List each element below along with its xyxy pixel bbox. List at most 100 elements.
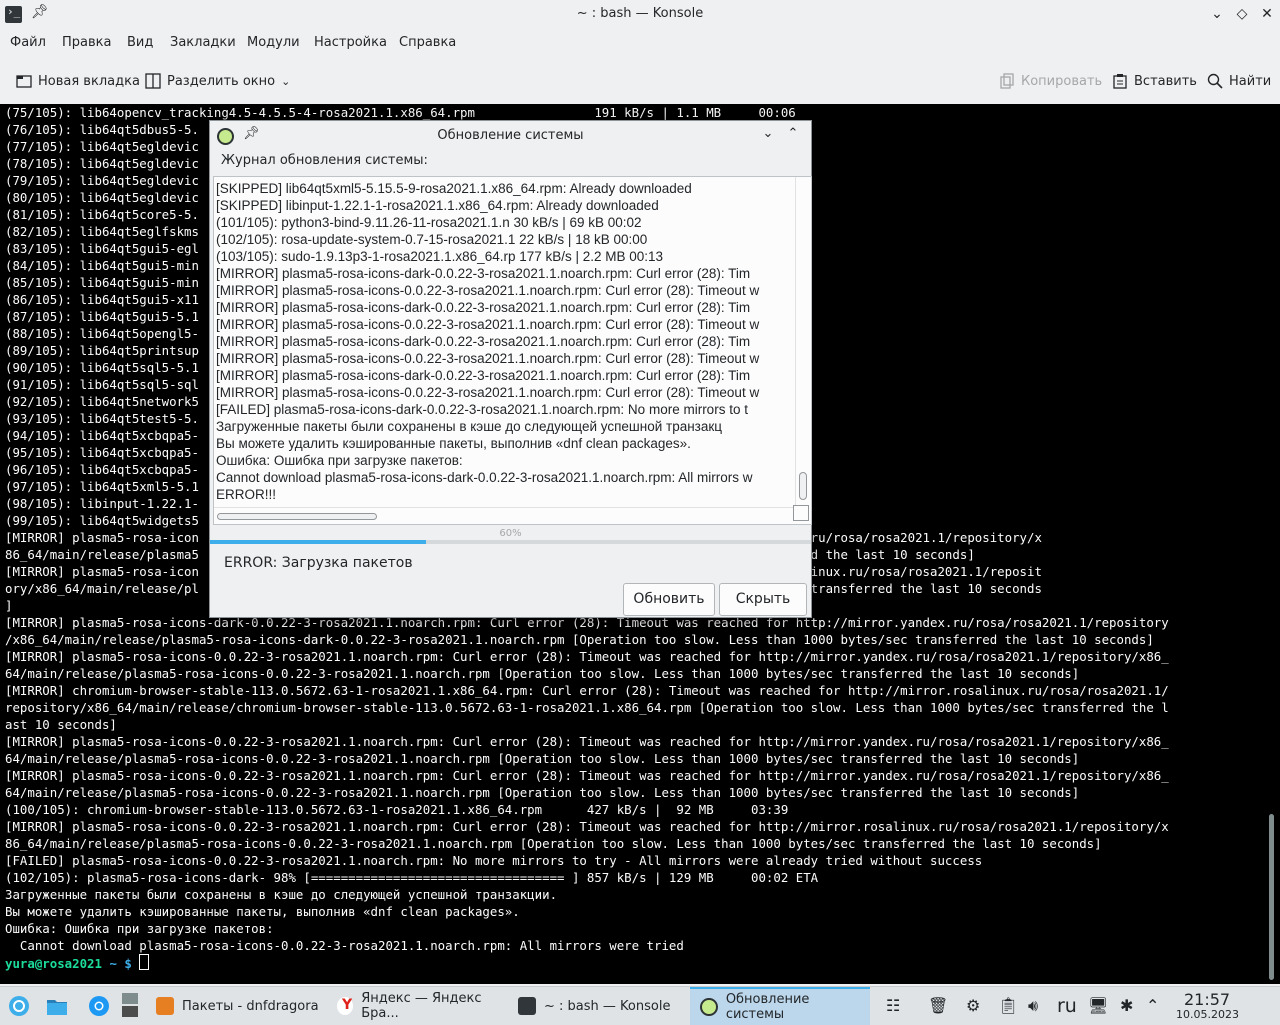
new-tab-icon xyxy=(16,73,32,89)
task-yandex-browser[interactable]: Y Яндекс — Яндекс Бра... xyxy=(327,987,507,1025)
close-icon[interactable]: ✕ xyxy=(1256,4,1278,24)
hide-button[interactable]: Скрыть xyxy=(719,583,807,616)
terminal-line: (75/105): lib64opencv_tracking4.5-4.5.5-… xyxy=(5,105,796,120)
chevron-down-icon[interactable]: ⌄ xyxy=(281,75,290,88)
terminal-cursor xyxy=(139,954,150,970)
log-line: [MIRROR] plasma5-rosa-icons-dark-0.0.22-… xyxy=(216,334,751,349)
task-system-update[interactable]: Обновление системы xyxy=(690,987,870,1025)
terminal-line: (100/105): chromium-browser-stable-113.0… xyxy=(5,802,789,817)
menu-bar: Файл Правка Вид Закладки Модули Настройк… xyxy=(0,29,1280,58)
terminal-line: [MIRROR] chromium-browser-stable-113.0.5… xyxy=(5,683,1169,698)
paste-button[interactable]: Вставить xyxy=(1112,70,1197,92)
menu-plugins[interactable]: Модули xyxy=(247,35,300,50)
keyboard-layout[interactable]: ru xyxy=(1057,995,1077,1017)
dialog-minimize-icon[interactable]: ⌄ xyxy=(759,126,777,141)
progress-fill xyxy=(210,540,427,544)
terminal-line: Загруженные пакеты были сохранены в кэше… xyxy=(5,887,558,902)
update-button[interactable]: Обновить xyxy=(623,583,715,616)
app-menu-icon[interactable] xyxy=(8,995,30,1017)
mixer-icon[interactable]: ☷ xyxy=(886,996,900,1015)
minimize-icon[interactable]: ⌄ xyxy=(1206,4,1228,24)
terminal-line: repository/x86_64/main/release/chromium-… xyxy=(5,700,1169,715)
log-line: (103/105): sudo-1.9.13p3-1-rosa2021.1.x8… xyxy=(216,249,664,264)
browser-icon[interactable] xyxy=(88,995,110,1017)
task-label: ~ : bash — Konsole xyxy=(544,998,671,1014)
file-manager-icon[interactable] xyxy=(46,995,68,1017)
log-resize-corner xyxy=(793,505,809,521)
updates-icon[interactable]: ⚙ xyxy=(966,996,980,1015)
task-label: Обновление системы xyxy=(725,992,810,1022)
window-titlebar[interactable]: 📌︎ ~ : bash — Konsole ⌄ ◇ ✕ xyxy=(0,0,1280,29)
maximize-icon[interactable]: ◇ xyxy=(1231,4,1253,24)
clock-date: 10.05.2023 xyxy=(1176,1008,1239,1021)
menu-help[interactable]: Справка xyxy=(399,35,456,50)
terminal-line: [FAILED] plasma5-rosa-icons-0.0.22-3-ros… xyxy=(5,853,983,868)
bluetooth-icon[interactable]: ✱ xyxy=(1120,996,1133,1015)
new-tab-label: Новая вкладка xyxy=(38,73,140,89)
terminal-line: [MIRROR] plasma5-rosa-icons-0.0.22-3-ros… xyxy=(5,768,1169,783)
dialog-maximize-icon[interactable]: ⌃ xyxy=(784,126,802,141)
log-line: [MIRROR] plasma5-rosa-icons-0.0.22-3-ros… xyxy=(216,317,760,332)
copy-button[interactable]: Копировать xyxy=(999,70,1102,92)
dialog-titlebar[interactable]: 📌︎ Обновление системы ⌄ ⌃ xyxy=(210,121,811,149)
log-horizontal-scrollbar[interactable] xyxy=(214,507,795,524)
konsole-icon xyxy=(518,997,536,1015)
new-tab-button[interactable]: Новая вкладка xyxy=(16,70,140,92)
log-line: [MIRROR] plasma5-rosa-icons-0.0.22-3-ros… xyxy=(216,283,760,298)
log-line: [MIRROR] plasma5-rosa-icons-dark-0.0.22-… xyxy=(216,266,751,281)
prompt-user: yura@rosa2021 xyxy=(5,956,102,971)
terminal-prompt-line[interactable]: yura@rosa2021 ~ $ xyxy=(0,954,1266,972)
log-horizontal-scrollbar-thumb[interactable] xyxy=(217,513,377,520)
split-view-label: Разделить окно xyxy=(167,73,276,89)
clock-time[interactable]: 21:57 xyxy=(1184,990,1230,1009)
terminal-line: [MIRROR] plasma5-rosa-icons-0.0.22-3-ros… xyxy=(5,649,1169,664)
terminal-line: [MIRROR] plasma5-rosa-icons-0.0.22-3-ros… xyxy=(5,734,1169,749)
menu-file[interactable]: Файл xyxy=(10,35,46,50)
split-view-button[interactable]: Разделить окно ⌄ xyxy=(145,70,290,92)
yandex-browser-icon: Y xyxy=(337,997,354,1015)
paste-icon xyxy=(1112,73,1128,89)
log-line: [MIRROR] plasma5-rosa-icons-dark-0.0.22-… xyxy=(216,300,751,315)
show-desktop-icon[interactable] xyxy=(120,991,142,1017)
log-line: Вы можете удалить кэшированные пакеты, в… xyxy=(216,436,691,451)
trash-icon[interactable]: 🗑︎ xyxy=(928,996,948,1015)
paste-label: Вставить xyxy=(1134,73,1197,89)
menu-edit[interactable]: Правка xyxy=(62,35,111,50)
terminal-scrollbar-thumb[interactable] xyxy=(1269,814,1274,980)
dnfdragora-icon xyxy=(156,997,174,1015)
update-dialog: 📌︎ Обновление системы ⌄ ⌃ Журнал обновле… xyxy=(209,120,812,618)
update-log-lines: [SKIPPED] lib64qt5xml5-5.15.5-9-rosa2021… xyxy=(216,180,791,503)
find-label: Найти xyxy=(1229,73,1272,89)
network-icon[interactable]: 🖥︎ xyxy=(1088,996,1108,1015)
log-line: [SKIPPED] libinput-1.22.1-1-rosa2021.1.x… xyxy=(216,198,659,213)
find-button[interactable]: Найти xyxy=(1207,70,1271,92)
volume-icon[interactable]: 🔊︎ xyxy=(1028,996,1038,1016)
terminal-line: 64/main/release/plasma5-rosa-icons-0.0.2… xyxy=(5,785,1080,800)
copy-icon xyxy=(999,73,1015,89)
menu-bookmarks[interactable]: Закладки xyxy=(170,35,236,50)
terminal-scrollbar[interactable] xyxy=(1266,104,1280,984)
menu-view[interactable]: Вид xyxy=(127,35,153,50)
terminal-line: 64/main/release/plasma5-rosa-icons-0.0.2… xyxy=(5,666,1080,681)
update-progress: 60% xyxy=(210,528,811,544)
log-line: ERROR!!! xyxy=(216,487,277,502)
toolbar: Новая вкладка Разделить окно ⌄ Копироват… xyxy=(0,62,1280,102)
terminal-line: (102/105): plasma5-rosa-icons-dark- 98% … xyxy=(5,870,819,885)
log-line: [MIRROR] plasma5-rosa-icons-0.0.22-3-ros… xyxy=(216,385,760,400)
update-log[interactable]: [SKIPPED] lib64qt5xml5-5.15.5-9-rosa2021… xyxy=(213,176,812,525)
dialog-title: Обновление системы xyxy=(437,128,584,143)
window-title: ~ : bash — Konsole xyxy=(576,6,704,21)
log-vertical-scrollbar-thumb[interactable] xyxy=(799,472,807,500)
log-line: Cannot download plasma5-rosa-icons-dark-… xyxy=(216,470,753,485)
log-vertical-scrollbar[interactable] xyxy=(795,177,810,507)
log-line: (101/105): python3-bind-9.11.26-11-rosa2… xyxy=(216,215,642,230)
task-konsole[interactable]: ~ : bash — Konsole xyxy=(508,987,688,1025)
terminal-line: Вы можете удалить кэшированные пакеты, в… xyxy=(5,904,520,919)
task-dnfdragora[interactable]: Пакеты - dnfdragora xyxy=(146,987,326,1025)
log-line: [MIRROR] plasma5-rosa-icons-dark-0.0.22-… xyxy=(216,368,751,383)
tray-expand-icon[interactable]: ⌃ xyxy=(1146,996,1159,1015)
menu-settings[interactable]: Настройка xyxy=(314,35,387,50)
clipboard-icon[interactable]: 📋︎ xyxy=(998,996,1018,1015)
task-label: Яндекс — Яндекс Бра... xyxy=(361,991,482,1021)
search-icon xyxy=(1207,73,1223,89)
